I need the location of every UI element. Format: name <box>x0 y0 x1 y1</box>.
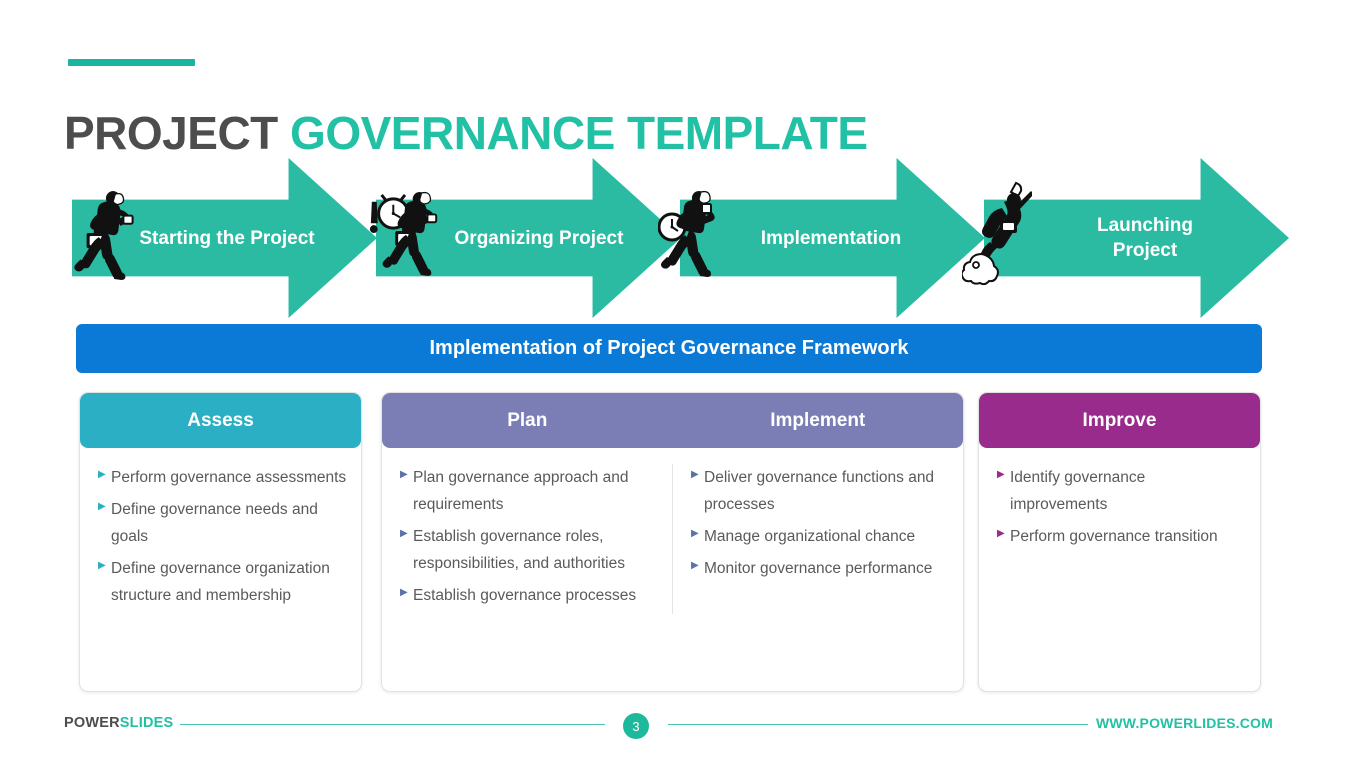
list-item: ▶ Monitor governance performance <box>691 555 949 582</box>
card-plan-implement-body: ▶ Plan governance approach and requireme… <box>382 448 963 614</box>
page-title-green: GOVERNANCE TEMPLATE <box>277 106 868 159</box>
process-arrow-1[interactable]: Starting the Project <box>72 158 377 318</box>
triangle-bullet-icon: ▶ <box>691 469 699 480</box>
card-improve-header: Improve <box>979 393 1260 448</box>
process-arrow-3[interactable]: Implementation <box>680 158 985 318</box>
card-plan-implement: Plan Implement ▶ Plan governance approac… <box>381 392 964 692</box>
list-item: ▶ Perform governance transition <box>997 523 1246 550</box>
footer: POWERSLIDES WWW.POWERLIDES.COM <box>0 706 1365 752</box>
card-plan-title: Plan <box>507 409 548 431</box>
page-number-badge: 3 <box>623 713 649 739</box>
footer-divider-right <box>668 724 1088 725</box>
process-arrow-4[interactable]: Launching Project <box>984 158 1289 318</box>
list-item: ▶ Manage organizational chance <box>691 523 949 550</box>
bullet-text: Define governance needs and goals <box>111 501 318 545</box>
card-plan-header: Plan <box>382 410 673 432</box>
card-improve-body: ▶ Identify governance improvements ▶ Per… <box>979 448 1260 555</box>
list-item: ▶ Establish governance roles, responsibi… <box>400 523 658 577</box>
bullet-text: Establish governance processes <box>413 587 637 604</box>
list-item: ▶ Identify governance improvements <box>997 464 1246 518</box>
card-assess: Assess ▶ Perform governance assessments … <box>79 392 362 692</box>
bullet-text: Establish governance roles, responsibili… <box>413 528 625 572</box>
page-title: PROJECT GOVERNANCE TEMPLATE <box>64 107 868 159</box>
framework-banner-text: Implementation of Project Governance Fra… <box>429 337 909 359</box>
bullet-column-assess: ▶ Perform governance assessments ▶ Defin… <box>80 464 361 614</box>
list-item: ▶ Define governance needs and goals <box>98 496 347 550</box>
triangle-bullet-icon: ▶ <box>400 528 408 539</box>
process-arrow-row: Starting the Project Organizing Project <box>0 158 1365 318</box>
card-improve-title: Improve <box>1082 409 1157 431</box>
bullet-text: Plan governance approach and requirement… <box>413 469 629 513</box>
bullet-text: Perform governance assessments <box>111 469 347 486</box>
footer-website-url[interactable]: WWW.POWERLIDES.COM <box>1096 715 1273 731</box>
bullet-text: Deliver governance functions and process… <box>704 469 935 513</box>
powerslides-logo: POWERSLIDES <box>64 715 173 731</box>
bullet-column-implement: ▶ Deliver governance functions and proce… <box>673 464 963 614</box>
page-title-dark: PROJECT <box>64 106 278 159</box>
card-assess-body: ▶ Perform governance assessments ▶ Defin… <box>80 448 361 614</box>
bullet-text: Perform governance transition <box>1010 528 1218 545</box>
list-item: ▶ Perform governance assessments <box>98 464 347 491</box>
card-improve: Improve ▶ Identify governance improvemen… <box>978 392 1261 692</box>
title-accent-bar <box>68 59 195 66</box>
list-item: ▶ Establish governance processes <box>400 582 658 609</box>
card-implement-header: Implement <box>673 410 964 432</box>
logo-slides: SLIDES <box>119 715 174 731</box>
process-arrow-2[interactable]: Organizing Project <box>376 158 681 318</box>
bullet-text: Manage organizational chance <box>704 528 916 545</box>
triangle-bullet-icon: ▶ <box>400 469 408 480</box>
triangle-bullet-icon: ▶ <box>997 469 1005 480</box>
list-item: ▶ Define governance organization structu… <box>98 555 347 609</box>
bullet-text: Monitor governance performance <box>704 560 933 577</box>
process-arrow-2-label: Organizing Project <box>454 227 624 249</box>
card-implement-title: Implement <box>770 409 866 431</box>
card-assess-title: Assess <box>187 409 254 431</box>
bullet-text: Define governance organization structure… <box>111 560 330 604</box>
triangle-bullet-icon: ▶ <box>98 469 106 480</box>
triangle-bullet-icon: ▶ <box>691 560 699 571</box>
bullet-text: Identify governance improvements <box>1010 469 1146 513</box>
framework-banner: Implementation of Project Governance Fra… <box>76 324 1262 373</box>
bullet-column-improve: ▶ Identify governance improvements ▶ Per… <box>979 464 1260 555</box>
process-arrow-4-label: Launching Project <box>1096 215 1194 261</box>
triangle-bullet-icon: ▶ <box>98 560 106 571</box>
footer-divider-left <box>180 724 605 725</box>
process-arrow-3-label: Implementation <box>760 227 902 249</box>
list-item: ▶ Deliver governance functions and proce… <box>691 464 949 518</box>
triangle-bullet-icon: ▶ <box>691 528 699 539</box>
triangle-bullet-icon: ▶ <box>997 528 1005 539</box>
card-assess-header: Assess <box>80 393 361 448</box>
process-arrow-1-label: Starting the Project <box>139 227 315 249</box>
logo-power: POWER <box>64 715 120 731</box>
triangle-bullet-icon: ▶ <box>400 587 408 598</box>
list-item: ▶ Plan governance approach and requireme… <box>400 464 658 518</box>
card-plan-implement-header: Plan Implement <box>382 393 963 448</box>
triangle-bullet-icon: ▶ <box>98 501 106 512</box>
bullet-column-plan: ▶ Plan governance approach and requireme… <box>382 464 673 614</box>
